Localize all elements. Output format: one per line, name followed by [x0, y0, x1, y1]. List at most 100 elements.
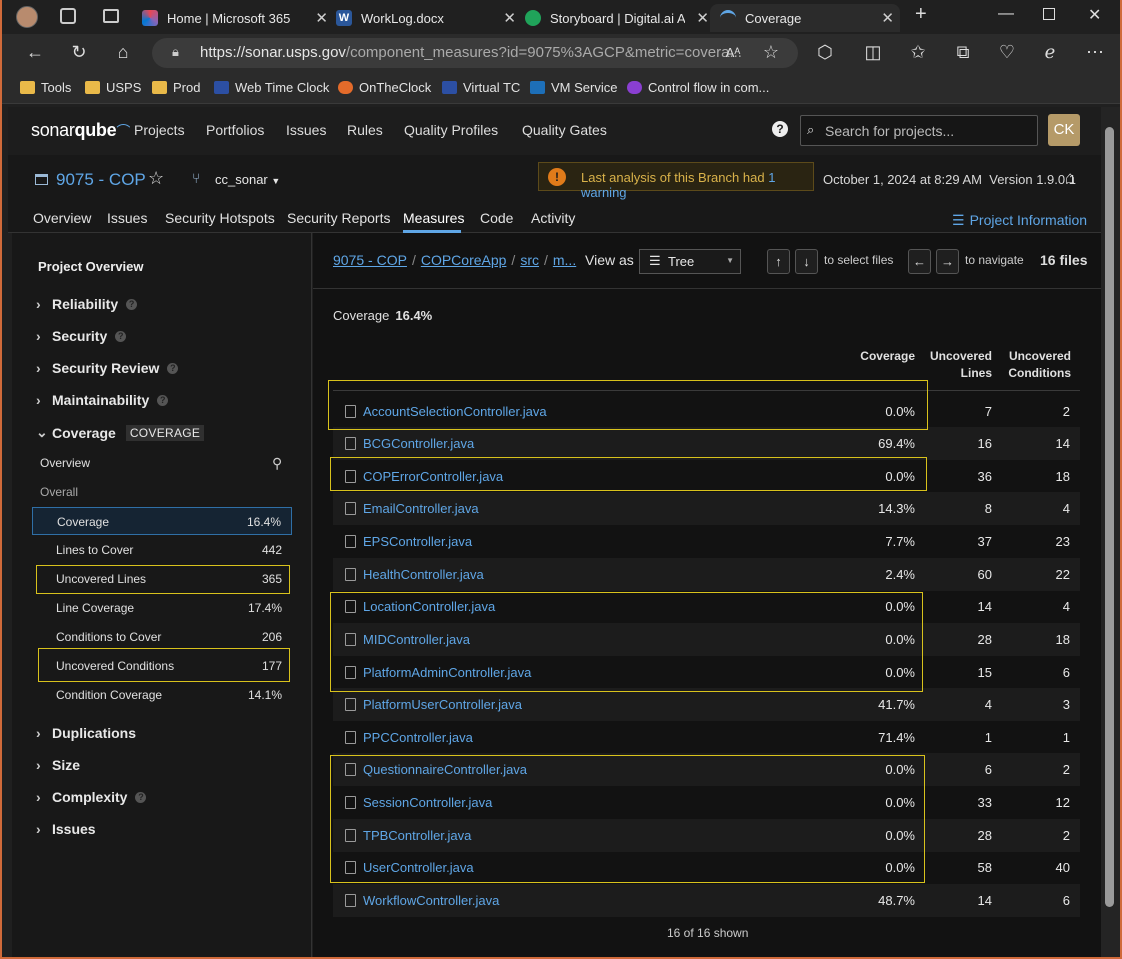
- help-icon[interactable]: ?: [772, 121, 788, 137]
- help-icon[interactable]: ?: [115, 330, 127, 342]
- table-row[interactable]: BCGController.java 69.4% 16 14: [333, 427, 1080, 460]
- table-row[interactable]: PlatformUserController.java 41.7% 4 3: [333, 688, 1080, 721]
- file-name-link[interactable]: PlatformUserController.java: [363, 697, 522, 712]
- collections-icon[interactable]: ⧉: [952, 42, 974, 63]
- tab-actions-icon[interactable]: [103, 9, 119, 23]
- file-name-link[interactable]: MIDController.java: [363, 632, 470, 647]
- search-input[interactable]: ⌕ Search for projects...: [800, 115, 1038, 146]
- help-icon[interactable]: ?: [157, 394, 169, 406]
- file-name-link[interactable]: EPSController.java: [363, 534, 472, 549]
- tab-overview[interactable]: Overview: [33, 210, 91, 226]
- tab-code[interactable]: Code: [480, 210, 513, 226]
- table-row[interactable]: TPBController.java 0.0% 28 2: [333, 819, 1080, 852]
- favorite-star-icon[interactable]: ☆: [148, 168, 164, 189]
- table-row[interactable]: MIDController.java 0.0% 28 18: [333, 623, 1080, 656]
- table-row[interactable]: AccountSelectionController.java 0.0% 7 2: [333, 395, 1080, 428]
- domain-security[interactable]: › Security?: [36, 328, 127, 344]
- file-name-link[interactable]: COPErrorController.java: [363, 469, 503, 484]
- table-row[interactable]: WorkflowController.java 48.7% 14 6: [333, 884, 1080, 917]
- tab-issues[interactable]: Issues: [107, 210, 147, 226]
- table-row[interactable]: HealthController.java 2.4% 60 22: [333, 558, 1080, 591]
- nav-rules[interactable]: Rules: [347, 122, 383, 138]
- tab-storyboard[interactable]: Storyboard | Digital.ai Ag ✕: [525, 4, 707, 32]
- back-icon[interactable]: ←: [24, 42, 46, 63]
- tab-coverage[interactable]: Coverage ✕: [710, 4, 900, 32]
- close-tab-icon[interactable]: ✕: [315, 9, 328, 27]
- table-row[interactable]: PlatformAdminController.java 0.0% 15 6: [333, 656, 1080, 689]
- domain-size[interactable]: › Size: [36, 757, 80, 773]
- domain-complexity[interactable]: › Complexity?: [36, 789, 147, 805]
- nav-issues[interactable]: Issues: [286, 122, 326, 138]
- sonarqube-logo[interactable]: sonarqube⌒: [31, 120, 130, 141]
- file-name-link[interactable]: PlatformAdminController.java: [363, 665, 531, 680]
- project-overview-link[interactable]: Project Overview: [38, 259, 144, 274]
- branch-selector[interactable]: cc_sonar ▼: [215, 172, 280, 187]
- bookmark-prod[interactable]: Prod: [152, 80, 200, 95]
- domain-maintainability[interactable]: › Maintainability?: [36, 392, 169, 408]
- metric-uncovered-lines[interactable]: Uncovered Lines 365: [32, 565, 292, 593]
- breadcrumb-src[interactable]: src: [520, 252, 539, 268]
- tab-microsoft-365[interactable]: Home | Microsoft 365 ✕: [142, 4, 330, 32]
- file-name-link[interactable]: EmailController.java: [363, 501, 479, 516]
- bookmark-web-time-clock[interactable]: Web Time Clock: [214, 80, 329, 95]
- bookmark-usps[interactable]: USPS: [85, 80, 141, 95]
- browser-essentials-icon[interactable]: ♡: [996, 42, 1018, 63]
- home-icon[interactable]: ⌂: [112, 42, 134, 63]
- help-icon[interactable]: ?: [167, 362, 179, 374]
- domain-reliability[interactable]: › Reliability?: [36, 296, 138, 312]
- edge-bar-icon[interactable]: ℯ: [1039, 42, 1061, 63]
- nav-projects[interactable]: Projects: [134, 122, 185, 138]
- close-tab-icon[interactable]: ✕: [881, 9, 894, 27]
- nav-quality-profiles[interactable]: Quality Profiles: [404, 122, 498, 138]
- breadcrumb-dir[interactable]: m...: [553, 252, 576, 268]
- tab-activity[interactable]: Activity: [531, 210, 575, 226]
- maximize-icon[interactable]: [1043, 8, 1055, 20]
- file-name-link[interactable]: PPCController.java: [363, 730, 473, 745]
- file-name-link[interactable]: QuestionnaireController.java: [363, 762, 527, 777]
- view-mode-select[interactable]: ☰ Tree ▼: [639, 249, 741, 274]
- file-name-link[interactable]: LocationController.java: [363, 599, 495, 614]
- extensions-icon[interactable]: ⬡: [814, 42, 836, 63]
- minimize-icon[interactable]: —: [998, 5, 1014, 23]
- table-row[interactable]: EmailController.java 14.3% 8 4: [333, 492, 1080, 525]
- metric-uncovered-conditions[interactable]: Uncovered Conditions 177: [32, 652, 292, 680]
- nav-quality-gates[interactable]: Quality Gates: [522, 122, 607, 138]
- favorite-star-icon[interactable]: ☆: [760, 42, 782, 63]
- project-name[interactable]: 9075 - COP: [56, 170, 146, 190]
- more-menu-icon[interactable]: ⋯: [1084, 42, 1106, 63]
- close-tab-icon[interactable]: ✕: [503, 9, 516, 27]
- workspaces-icon[interactable]: [60, 8, 76, 24]
- avatar[interactable]: CK: [1048, 114, 1080, 146]
- bookmark-ontheclock[interactable]: OnTheClock: [338, 80, 431, 95]
- metric-lines-to-cover[interactable]: Lines to Cover 442: [32, 536, 292, 564]
- file-name-link[interactable]: TPBController.java: [363, 828, 471, 843]
- domain-security-review[interactable]: › Security Review?: [36, 360, 179, 376]
- scrollbar-thumb[interactable]: [1105, 127, 1114, 907]
- tab-security-hotspots[interactable]: Security Hotspots: [165, 210, 275, 226]
- bubble-chart-icon[interactable]: ⚲: [272, 455, 282, 472]
- close-window-icon[interactable]: ✕: [1088, 5, 1101, 25]
- home-page-icon[interactable]: ⌂: [1065, 168, 1075, 188]
- new-tab-icon[interactable]: +: [915, 3, 927, 26]
- domain-issues[interactable]: › Issues: [36, 821, 96, 837]
- help-icon[interactable]: ?: [135, 791, 147, 803]
- table-row[interactable]: QuestionnaireController.java 0.0% 6 2: [333, 753, 1080, 786]
- domain-duplications[interactable]: › Duplications: [36, 725, 136, 741]
- bookmark-tools[interactable]: Tools: [20, 80, 71, 95]
- refresh-icon[interactable]: ↻: [68, 42, 90, 63]
- bookmark-vm-service[interactable]: VM Service: [530, 80, 617, 95]
- file-name-link[interactable]: HealthController.java: [363, 567, 484, 582]
- col-header-coverage[interactable]: Coverage: [860, 348, 915, 365]
- file-name-link[interactable]: SessionController.java: [363, 795, 492, 810]
- metric-line-coverage[interactable]: Line Coverage 17.4%: [32, 594, 292, 622]
- file-name-link[interactable]: UserController.java: [363, 860, 474, 875]
- col-header-uncovered-conditions[interactable]: Uncovered Conditions: [1008, 348, 1071, 382]
- bookmark-virtual-tc[interactable]: Virtual TC: [442, 80, 520, 95]
- metric-conditions-to-cover[interactable]: Conditions to Cover 206: [32, 623, 292, 651]
- address-bar[interactable]: 🔒︎ https://sonar.usps.gov/component_meas…: [152, 38, 798, 68]
- close-tab-icon[interactable]: ✕: [696, 9, 707, 27]
- table-row[interactable]: LocationController.java 0.0% 14 4: [333, 590, 1080, 623]
- breadcrumb-project[interactable]: 9075 - COP: [333, 252, 407, 268]
- file-name-link[interactable]: WorkflowController.java: [363, 893, 499, 908]
- tab-worklog[interactable]: W WorkLog.docx ✕: [336, 4, 518, 32]
